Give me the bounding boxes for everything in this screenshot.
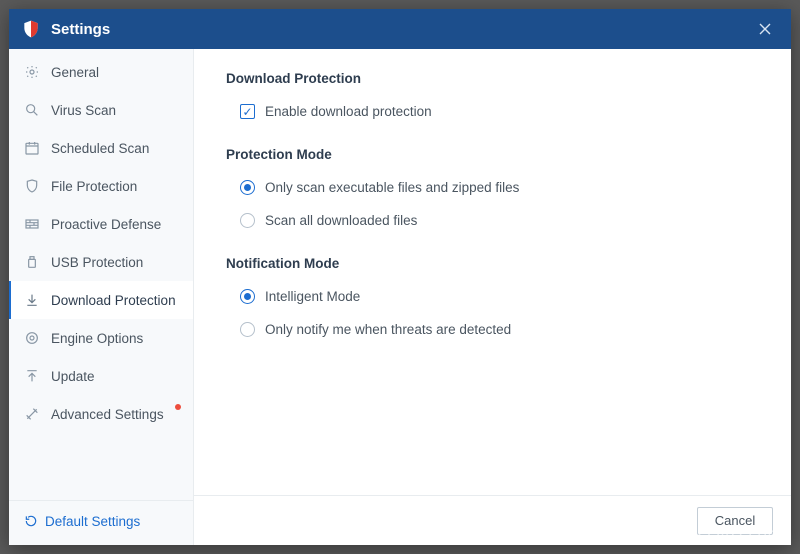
option-label: Only notify me when threats are detected <box>265 322 511 337</box>
radio-icon <box>240 180 255 195</box>
sidebar-item-usb-protection[interactable]: USB Protection <box>9 243 193 281</box>
radio-scan-executable[interactable]: Only scan executable files and zipped fi… <box>226 176 759 199</box>
option-label: Intelligent Mode <box>265 289 360 304</box>
titlebar: Settings <box>9 9 791 49</box>
option-label: Scan all downloaded files <box>265 213 417 228</box>
app-shield-icon <box>21 19 41 39</box>
section-download-protection: Download Protection ✓ Enable download pr… <box>226 71 759 123</box>
settings-window: Settings General Virus Scan <box>9 9 791 545</box>
close-icon[interactable] <box>751 15 779 43</box>
search-icon <box>23 101 41 119</box>
sidebar-item-file-protection[interactable]: File Protection <box>9 167 193 205</box>
section-protection-mode: Protection Mode Only scan executable fil… <box>226 147 759 232</box>
section-title: Notification Mode <box>226 256 759 271</box>
engine-icon <box>23 329 41 347</box>
default-settings-label: Default Settings <box>45 514 140 529</box>
checkbox-icon: ✓ <box>240 104 255 119</box>
settings-pane: Download Protection ✓ Enable download pr… <box>194 49 791 495</box>
window-body: General Virus Scan Scheduled Scan <box>9 49 791 545</box>
sidebar-item-update[interactable]: Update <box>9 357 193 395</box>
section-title: Download Protection <box>226 71 759 86</box>
shield-icon <box>23 177 41 195</box>
tools-icon <box>23 405 41 423</box>
option-label: Only scan executable files and zipped fi… <box>265 180 519 195</box>
sidebar-item-label: USB Protection <box>51 255 143 270</box>
upload-icon <box>23 367 41 385</box>
option-label: Enable download protection <box>265 104 432 119</box>
sidebar-item-label: Scheduled Scan <box>51 141 149 156</box>
gear-icon <box>23 63 41 81</box>
sidebar-item-label: Engine Options <box>51 331 143 346</box>
firewall-icon <box>23 215 41 233</box>
radio-icon <box>240 322 255 337</box>
sidebar-item-label: File Protection <box>51 179 137 194</box>
sidebar-item-label: Update <box>51 369 95 384</box>
sidebar-item-label: Advanced Settings <box>51 407 164 422</box>
sidebar-nav: General Virus Scan Scheduled Scan <box>9 49 193 500</box>
sidebar-item-label: Proactive Defense <box>51 217 161 232</box>
sidebar: General Virus Scan Scheduled Scan <box>9 49 194 545</box>
reset-icon <box>23 513 39 529</box>
cancel-button[interactable]: Cancel <box>697 507 773 535</box>
window-title: Settings <box>51 21 751 38</box>
sidebar-item-proactive-defense[interactable]: Proactive Defense <box>9 205 193 243</box>
sidebar-item-label: Virus Scan <box>51 103 116 118</box>
radio-scan-all[interactable]: Scan all downloaded files <box>226 209 759 232</box>
content-area: Download Protection ✓ Enable download pr… <box>194 49 791 545</box>
default-settings-link[interactable]: Default Settings <box>23 513 140 529</box>
sidebar-item-engine-options[interactable]: Engine Options <box>9 319 193 357</box>
section-notification-mode: Notification Mode Intelligent Mode Only … <box>226 256 759 341</box>
sidebar-item-virus-scan[interactable]: Virus Scan <box>9 91 193 129</box>
radio-icon <box>240 213 255 228</box>
calendar-icon <box>23 139 41 157</box>
notification-dot-icon <box>175 404 181 410</box>
sidebar-item-general[interactable]: General <box>9 53 193 91</box>
usb-icon <box>23 253 41 271</box>
radio-notify-threats[interactable]: Only notify me when threats are detected <box>226 318 759 341</box>
download-icon <box>23 291 41 309</box>
radio-intelligent-mode[interactable]: Intelligent Mode <box>226 285 759 308</box>
sidebar-item-label: General <box>51 65 99 80</box>
sidebar-item-scheduled-scan[interactable]: Scheduled Scan <box>9 129 193 167</box>
sidebar-item-label: Download Protection <box>51 293 176 308</box>
button-bar: Cancel <box>194 495 791 545</box>
sidebar-item-download-protection[interactable]: Download Protection <box>9 281 193 319</box>
radio-icon <box>240 289 255 304</box>
section-title: Protection Mode <box>226 147 759 162</box>
checkbox-enable-download-protection[interactable]: ✓ Enable download protection <box>226 100 759 123</box>
sidebar-item-advanced-settings[interactable]: Advanced Settings <box>9 395 193 433</box>
sidebar-footer: Default Settings <box>9 500 193 545</box>
